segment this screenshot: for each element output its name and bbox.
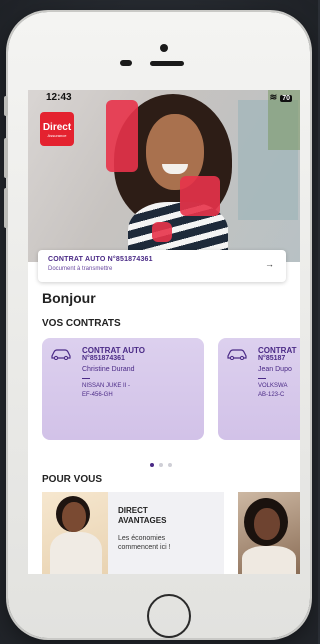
contract-owner: Christine Durand	[82, 366, 135, 373]
logo-subtext: Assurance	[47, 133, 67, 138]
contract-number: N°85187	[258, 355, 286, 362]
contract-type: CONTRAT AUTO	[82, 346, 145, 355]
contract-card[interactable]: CONTRAT N°85187 Jean Dupo VOLKSWA AB-123…	[218, 338, 300, 440]
promo-person-face	[62, 502, 86, 532]
logo-text: Direct	[42, 122, 72, 133]
earpiece-speaker	[150, 61, 184, 66]
promo-title: DIRECT AVANTAGES	[118, 506, 166, 526]
sensor	[120, 60, 132, 66]
mute-switch	[4, 96, 8, 116]
vehicle-plate: AB-123-C	[258, 392, 285, 398]
decor-square	[152, 222, 172, 242]
hero-banner: 12:43 ≋ 70 Direct Assurance	[28, 90, 300, 262]
contract-card[interactable]: CONTRAT AUTO N°851874361 Christine Duran…	[42, 338, 204, 440]
carousel-pagination[interactable]	[150, 454, 177, 472]
vehicle-plate: EF-456-GH	[82, 392, 113, 398]
promo2-person-face	[254, 508, 280, 540]
app-screen: 12:43 ≋ 70 Direct Assurance CONTRAT AUTO …	[28, 90, 300, 574]
promo-title-line1: DIRECT	[118, 506, 148, 515]
status-icons: ≋ 70	[270, 92, 292, 103]
battery-icon: 70	[280, 95, 292, 102]
promo-card-direct-avantages[interactable]: DIRECT AVANTAGES Les économies commencen…	[42, 492, 224, 574]
wifi-icon: ≋	[269, 92, 278, 102]
pagination-dot[interactable]	[168, 463, 172, 467]
divider	[258, 378, 266, 379]
banner-title: CONTRAT AUTO N°851874361	[48, 256, 153, 263]
greeting: Bonjour	[42, 290, 96, 306]
decor-square	[106, 100, 138, 172]
offers-section-title: POUR VOUS	[42, 474, 103, 485]
banner-subtitle: Document à transmettre	[48, 266, 113, 272]
car-icon	[227, 349, 247, 360]
promo-card-2[interactable]	[238, 492, 300, 574]
vehicle-model: VOLKSWA	[258, 383, 288, 389]
car-icon	[51, 349, 71, 360]
pagination-dot-active[interactable]	[150, 463, 154, 467]
promo-person-body	[50, 532, 102, 574]
contract-owner: Jean Dupo	[258, 366, 292, 373]
status-time: 12:43	[46, 92, 72, 103]
divider	[82, 378, 90, 379]
promo-text-line2: commencent ici !	[118, 544, 171, 551]
vehicle-model: NISSAN JUKE II -	[82, 383, 131, 389]
volume-up-button	[4, 138, 8, 178]
contract-type: CONTRAT	[258, 346, 297, 355]
arrow-right-icon: →	[265, 259, 274, 269]
contracts-section-title: VOS CONTRATS	[42, 318, 121, 329]
promo-title-line2: AVANTAGES	[118, 516, 167, 525]
contract-alert-banner[interactable]: CONTRAT AUTO N°851874361 Document à tran…	[38, 250, 286, 282]
promo2-person-body	[242, 546, 296, 574]
brand-logo: Direct Assurance	[40, 112, 74, 146]
pagination-dot[interactable]	[159, 463, 163, 467]
promo-text-line1: Les économies	[118, 535, 166, 542]
volume-down-button	[4, 188, 8, 228]
contract-number: N°851874361	[82, 355, 125, 362]
promo-text: Les économies commencent ici !	[118, 534, 171, 552]
decor-square	[180, 176, 220, 216]
promo-image	[42, 492, 108, 574]
front-camera	[160, 44, 168, 52]
home-button[interactable]	[147, 594, 191, 638]
